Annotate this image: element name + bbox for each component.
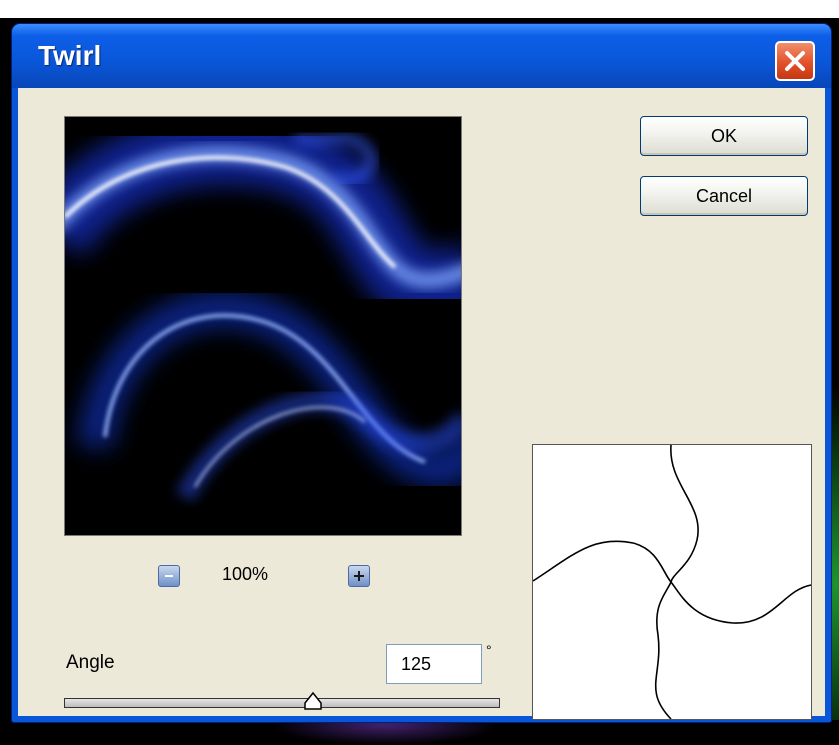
- zoom-out-button[interactable]: [158, 565, 180, 587]
- zoom-level: 100%: [222, 564, 269, 584]
- dialog-body: OK Cancel 100% Angle 125 °: [18, 88, 825, 720]
- cancel-button[interactable]: Cancel: [640, 176, 808, 216]
- dialog-title: Twirl: [38, 40, 102, 71]
- smoke-image: [65, 117, 461, 535]
- close-button[interactable]: [775, 41, 815, 81]
- angle-value: 125: [401, 653, 432, 674]
- twirl-dialog: Twirl OK Cancel 100% Angle 125 °: [12, 24, 831, 722]
- angle-slider-track[interactable]: [64, 698, 500, 708]
- twirl-curves: [532, 444, 812, 720]
- minus-icon: [165, 575, 173, 577]
- background-top-strip: [0, 0, 839, 18]
- zoom-in-button[interactable]: [348, 565, 370, 587]
- cancel-label: Cancel: [695, 185, 753, 206]
- angle-label: Angle: [66, 652, 115, 673]
- plus-icon: [354, 571, 364, 581]
- ok-button[interactable]: OK: [640, 116, 808, 156]
- angle-slider-thumb[interactable]: [303, 691, 323, 711]
- degree-symbol: °: [486, 642, 492, 658]
- angle-input[interactable]: 125: [386, 644, 482, 684]
- slider-thumb-icon: [303, 691, 322, 710]
- title-bar[interactable]: Twirl: [12, 24, 831, 88]
- close-icon: [785, 51, 805, 71]
- ok-label: OK: [710, 125, 737, 146]
- twirl-distortion-preview: [532, 444, 812, 720]
- filter-preview-image[interactable]: [64, 116, 462, 536]
